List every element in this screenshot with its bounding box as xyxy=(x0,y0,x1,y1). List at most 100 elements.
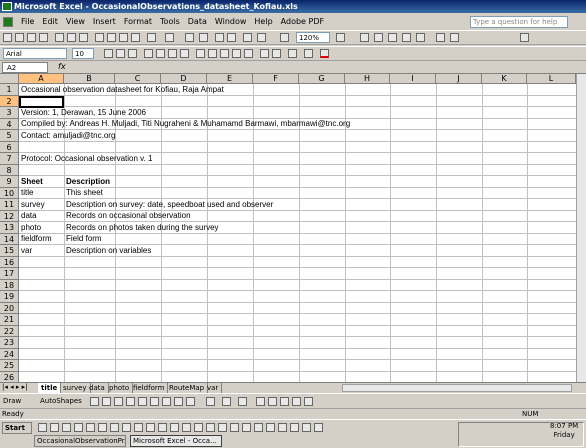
font-color-draw-icon[interactable] xyxy=(238,397,247,406)
row-header[interactable]: 4 xyxy=(0,118,19,130)
help-icon[interactable] xyxy=(336,33,345,42)
row-header[interactable]: 5 xyxy=(0,130,19,142)
chart-wizard-icon[interactable] xyxy=(243,33,252,42)
decrease-indent-icon[interactable] xyxy=(260,49,269,58)
quicklaunch-icon[interactable] xyxy=(62,423,71,432)
quicklaunch-icon[interactable] xyxy=(86,423,95,432)
rectangle-icon[interactable] xyxy=(114,397,123,406)
quicklaunch-icon[interactable] xyxy=(230,423,239,432)
quicklaunch-icon[interactable] xyxy=(194,423,203,432)
align-center-icon[interactable] xyxy=(156,49,165,58)
col-header-k[interactable]: K xyxy=(482,74,527,84)
bold-icon[interactable] xyxy=(104,49,113,58)
textbox-icon[interactable] xyxy=(138,397,147,406)
drawing-icon[interactable] xyxy=(257,33,266,42)
quicklaunch-icon[interactable] xyxy=(74,423,83,432)
wordart-icon[interactable] xyxy=(150,397,159,406)
col-header-g[interactable]: G xyxy=(299,74,345,84)
workbook-icon[interactable] xyxy=(3,16,13,27)
fill-color-icon[interactable] xyxy=(304,49,313,58)
permission-icon[interactable] xyxy=(39,33,48,42)
tab-routemap[interactable]: RouteMap xyxy=(166,383,209,393)
quicklaunch-icon[interactable] xyxy=(110,423,119,432)
quicklaunch-icon[interactable] xyxy=(302,423,311,432)
print-icon[interactable] xyxy=(55,33,64,42)
menu-format[interactable]: Format xyxy=(120,17,156,26)
italic-icon[interactable] xyxy=(116,49,125,58)
shadow-icon[interactable] xyxy=(292,397,301,406)
row-header[interactable]: 7 xyxy=(0,153,19,165)
cell-b14[interactable]: Field form xyxy=(64,234,102,243)
quicklaunch-icon[interactable] xyxy=(206,423,215,432)
cell-a3[interactable]: Version: 1, Derawan, 15 June 2006 xyxy=(19,108,146,117)
col-header-i[interactable]: I xyxy=(390,74,436,84)
arrow-style-icon[interactable] xyxy=(280,397,289,406)
col-header-f[interactable]: F xyxy=(253,74,299,84)
row-header[interactable]: 11 xyxy=(0,199,19,211)
zoom-icon[interactable] xyxy=(280,33,289,42)
row-header[interactable]: 3 xyxy=(0,107,19,119)
cell-a12[interactable]: data xyxy=(19,211,37,220)
folder2-icon[interactable] xyxy=(374,33,383,42)
start-button[interactable]: Start xyxy=(2,422,32,434)
cell-b15[interactable]: Description on variables xyxy=(64,246,151,255)
cell-a15[interactable]: var xyxy=(19,246,32,255)
increase-indent-icon[interactable] xyxy=(272,49,281,58)
menu-view[interactable]: View xyxy=(62,17,89,26)
paste-icon[interactable] xyxy=(119,33,128,42)
quicklaunch-icon[interactable] xyxy=(134,423,143,432)
quicklaunch-icon[interactable] xyxy=(242,423,251,432)
redo-icon[interactable] xyxy=(165,33,174,42)
picture-icon[interactable] xyxy=(186,397,195,406)
menu-tools[interactable]: Tools xyxy=(156,17,184,26)
col-header-b[interactable]: B xyxy=(64,74,115,84)
cell-a10[interactable]: title xyxy=(19,188,33,197)
borders-icon[interactable] xyxy=(288,49,297,58)
cell-a5[interactable]: Contact: amuljadi@tnc.org xyxy=(19,131,115,140)
row-header[interactable]: 13 xyxy=(0,222,19,234)
save-icon[interactable] xyxy=(27,33,36,42)
row-header[interactable]: 12 xyxy=(0,210,19,222)
row-header[interactable]: 19 xyxy=(0,291,19,303)
font-name-select[interactable]: Arial xyxy=(3,48,67,59)
menu-adobe-pdf[interactable]: Adobe PDF xyxy=(277,17,328,26)
row-header[interactable]: 17 xyxy=(0,268,19,280)
selected-cell-a2[interactable] xyxy=(19,96,64,108)
cell-b9[interactable]: Description xyxy=(64,177,110,186)
cell-a9[interactable]: Sheet xyxy=(19,177,43,186)
hyperlink-icon[interactable] xyxy=(185,33,194,42)
row-header[interactable]: 16 xyxy=(0,256,19,268)
col-header-d[interactable]: D xyxy=(161,74,207,84)
cell-a11[interactable]: survey xyxy=(19,200,45,209)
decrease-decimal-icon[interactable] xyxy=(244,49,253,58)
row-header[interactable]: 21 xyxy=(0,314,19,326)
arrow-icon[interactable] xyxy=(102,397,111,406)
worksheet-grid[interactable]: A B C D E F G H I J K L 1 2 3 4 5 6 7 8 9 10 11 12 1… xyxy=(0,74,576,382)
quicklaunch-icon[interactable] xyxy=(38,423,47,432)
comma-icon[interactable] xyxy=(220,49,229,58)
quicklaunch-icon[interactable] xyxy=(278,423,287,432)
row-header[interactable]: 9 xyxy=(0,176,19,188)
row-header[interactable]: 25 xyxy=(0,360,19,372)
row-header[interactable]: 2 xyxy=(0,95,19,107)
row-header[interactable]: 22 xyxy=(0,325,19,337)
quicklaunch-icon[interactable] xyxy=(146,423,155,432)
col-header-c[interactable]: C xyxy=(115,74,161,84)
undo-icon[interactable] xyxy=(147,33,156,42)
row-header[interactable]: 1 xyxy=(0,84,19,96)
cell-a13[interactable]: photo xyxy=(19,223,41,232)
line-color-icon[interactable] xyxy=(222,397,231,406)
row-header[interactable]: 24 xyxy=(0,348,19,360)
quicklaunch-icon[interactable] xyxy=(314,423,323,432)
zoom-select[interactable]: 120% xyxy=(296,32,330,43)
quicklaunch-icon[interactable] xyxy=(122,423,131,432)
tab-title[interactable]: title xyxy=(38,383,62,393)
taskbar-button-observation[interactable]: OccasionalObservationPr... xyxy=(34,435,126,447)
folder4-icon[interactable] xyxy=(402,33,411,42)
sort-ascending-icon[interactable] xyxy=(215,33,224,42)
pdf2-icon[interactable] xyxy=(450,33,459,42)
quicklaunch-icon[interactable] xyxy=(98,423,107,432)
cell-a14[interactable]: fieldform xyxy=(19,234,52,243)
autosum-icon[interactable] xyxy=(199,33,208,42)
underline-icon[interactable] xyxy=(128,49,137,58)
